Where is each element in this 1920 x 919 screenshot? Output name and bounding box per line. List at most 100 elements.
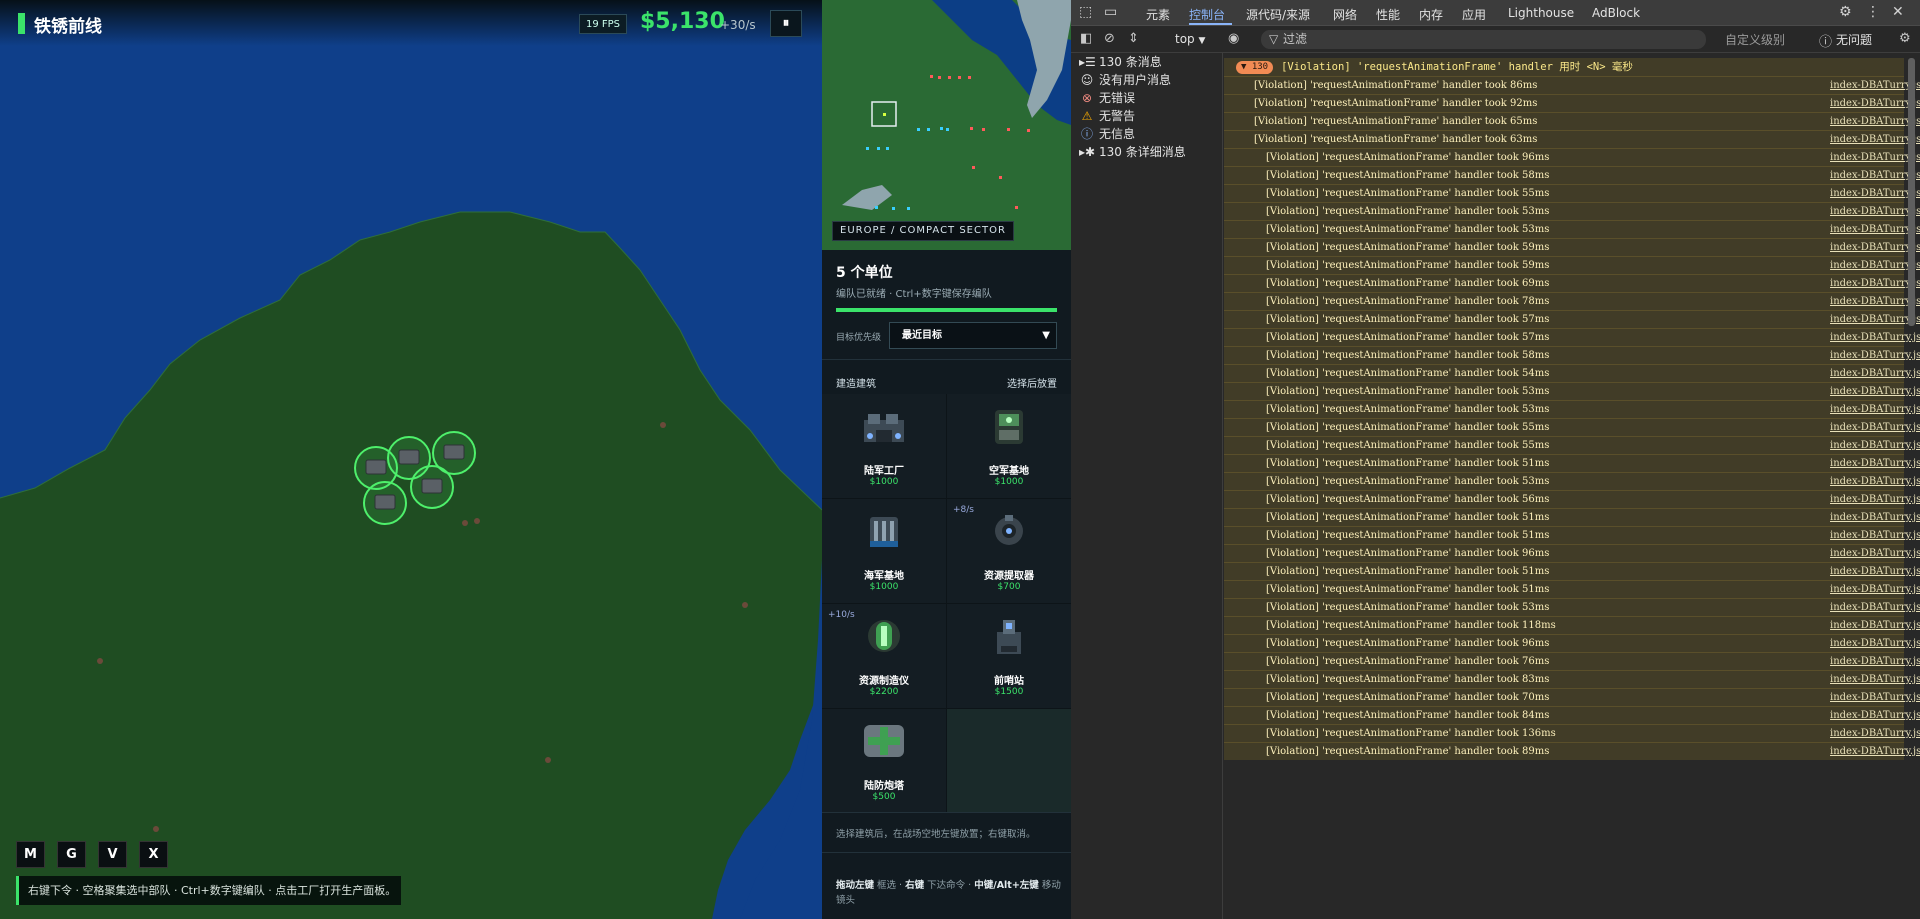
source-link[interactable]: index-DBATurry.js:5	[1830, 347, 1920, 364]
sidebar-item-verbose[interactable]: ▸✱ 130 条详细消息	[1079, 143, 1186, 160]
console-message-row[interactable]: [Violation] 'requestAnimationFrame' hand…	[1224, 490, 1920, 508]
source-link[interactable]: index-DBATurry.js:5	[1830, 527, 1920, 544]
source-link[interactable]: index-DBATurry.js:5	[1830, 149, 1920, 166]
console-message-row[interactable]: [Violation] 'requestAnimationFrame' hand…	[1224, 418, 1920, 436]
hotkey-x-button[interactable]: X	[139, 841, 168, 868]
sidebar-item-messages[interactable]: ▸☰ 130 条消息	[1079, 53, 1162, 70]
create-live-expression-icon[interactable]: ⇕	[1128, 31, 1139, 46]
selected-units[interactable]	[340, 425, 490, 535]
console-message-row[interactable]: [Violation] 'requestAnimationFrame' hand…	[1224, 436, 1920, 454]
source-link[interactable]: index-DBATurry.js:5	[1830, 365, 1920, 382]
console-message-row[interactable]: [Violation] 'requestAnimationFrame' hand…	[1224, 310, 1920, 328]
source-link[interactable]: index-DBATurry.js:5	[1830, 329, 1920, 346]
source-link[interactable]: index-DBATurry.js:5	[1830, 77, 1920, 94]
source-link[interactable]: index-DBATurry.js:5	[1830, 707, 1920, 724]
source-link[interactable]: index-DBATurry.js:5	[1830, 617, 1920, 634]
build-turret-button[interactable]: 陆防炮塔 $500	[822, 709, 946, 813]
console-message-row[interactable]: [Violation] 'requestAnimationFrame' hand…	[1224, 472, 1920, 490]
console-message-row[interactable]: [Violation] 'requestAnimationFrame' hand…	[1224, 148, 1920, 166]
source-link[interactable]: index-DBATurry.js:5	[1830, 275, 1920, 292]
source-link[interactable]: index-DBATurry.js:5	[1830, 491, 1920, 508]
console-message-row[interactable]: [Violation] 'requestAnimationFrame' hand…	[1224, 382, 1920, 400]
close-icon[interactable]: ✕	[1892, 4, 1904, 20]
build-land-factory-button[interactable]: 陆军工厂 $1000	[822, 394, 946, 498]
issues-counter[interactable]: 无问题	[1836, 31, 1872, 48]
minimap[interactable]: EUROPE / COMPACT SECTOR	[822, 0, 1071, 250]
source-link[interactable]: index-DBATurry.js:5	[1830, 257, 1920, 274]
hotkey-v-button[interactable]: V	[98, 841, 127, 868]
console-message-row[interactable]: [Violation] 'requestAnimationFrame' hand…	[1224, 292, 1920, 310]
source-link[interactable]: index-DBATurry.js:5	[1830, 581, 1920, 598]
console-message-row[interactable]: [Violation] 'requestAnimationFrame' hand…	[1224, 688, 1920, 706]
console-settings-icon[interactable]: ⚙	[1899, 31, 1911, 46]
inspect-element-icon[interactable]: ⬚	[1079, 4, 1092, 20]
settings-gear-icon[interactable]: ⚙	[1839, 4, 1852, 20]
console-message-row[interactable]: [Violation] 'requestAnimationFrame' hand…	[1224, 652, 1920, 670]
source-link[interactable]: index-DBATurry.js:5	[1830, 131, 1920, 148]
source-link[interactable]: index-DBATurry.js:5	[1830, 509, 1920, 526]
target-priority-select[interactable]: 最近目标 ▼	[889, 322, 1057, 349]
console-message-row[interactable]: [Violation] 'requestAnimationFrame' hand…	[1224, 616, 1920, 634]
source-link[interactable]: index-DBATurry.js:5	[1830, 293, 1920, 310]
console-message-row[interactable]: [Violation] 'requestAnimationFrame' hand…	[1224, 742, 1920, 760]
console-message-row[interactable]: [Violation] 'requestAnimationFrame' hand…	[1224, 346, 1920, 364]
log-levels-select[interactable]: 自定义级别	[1725, 31, 1785, 48]
console-message-row[interactable]: [Violation] 'requestAnimationFrame' hand…	[1224, 166, 1920, 184]
console-message-row[interactable]: [Violation] 'requestAnimationFrame' hand…	[1224, 634, 1920, 652]
build-outpost-button[interactable]: 前哨站 $1500	[947, 604, 1071, 708]
source-link[interactable]: index-DBATurry.js:5	[1830, 311, 1920, 328]
source-link[interactable]: index-DBATurry.js:5	[1830, 653, 1920, 670]
sidebar-toggle-icon[interactable]: ◧	[1080, 31, 1092, 46]
tab-application[interactable]: 应用	[1462, 6, 1486, 23]
source-link[interactable]: index-DBATurry.js:5	[1830, 689, 1920, 706]
source-link[interactable]: index-DBATurry.js:5	[1830, 203, 1920, 220]
filter-input[interactable]: ▽ 过滤	[1261, 30, 1706, 49]
console-message-row[interactable]: [Violation] 'requestAnimationFrame' hand…	[1224, 526, 1920, 544]
console-message-row[interactable]: [Violation] 'requestAnimationFrame' hand…	[1224, 544, 1920, 562]
source-link[interactable]: index-DBATurry.js:5	[1830, 239, 1920, 256]
source-link[interactable]: index-DBATurry.js:5	[1830, 473, 1920, 490]
source-link[interactable]: index-DBATurry.js:5	[1830, 419, 1920, 436]
source-link[interactable]: index-DBATurry.js:5	[1830, 167, 1920, 184]
console-message-row[interactable]: [Violation] 'requestAnimationFrame' hand…	[1224, 94, 1920, 112]
source-link[interactable]: index-DBATurry.js:5	[1830, 383, 1920, 400]
source-link[interactable]: index-DBATurry.js:5	[1830, 725, 1920, 742]
source-link[interactable]: index-DBATurry.js:5	[1830, 221, 1920, 238]
tab-memory[interactable]: 内存	[1419, 6, 1443, 23]
source-link[interactable]: index-DBATurry.js:5	[1830, 545, 1920, 562]
console-message-row[interactable]: [Violation] 'requestAnimationFrame' hand…	[1224, 400, 1920, 418]
eye-icon[interactable]: ◉	[1228, 31, 1239, 46]
source-link[interactable]: index-DBATurry.js:5	[1830, 455, 1920, 472]
hotkey-m-button[interactable]: M	[16, 841, 45, 868]
clear-console-icon[interactable]: ⊘	[1104, 31, 1115, 46]
source-link[interactable]: index-DBATurry.js:5	[1830, 599, 1920, 616]
source-link[interactable]: index-DBATurry.js:5	[1830, 437, 1920, 454]
console-message-row[interactable]: [Violation] 'requestAnimationFrame' hand…	[1224, 706, 1920, 724]
source-link[interactable]: index-DBATurry.js:5	[1830, 671, 1920, 688]
tab-adblock[interactable]: AdBlock	[1592, 6, 1640, 20]
console-scrollbar[interactable]	[1908, 58, 1915, 326]
console-message-row[interactable]: [Violation] 'requestAnimationFrame' hand…	[1224, 454, 1920, 472]
build-resource-extractor-button[interactable]: +8/s 资源提取器 $700	[947, 499, 1071, 603]
sidebar-item-user-messages[interactable]: ☺ 没有用户消息	[1079, 71, 1171, 88]
console-message-row[interactable]: [Violation] 'requestAnimationFrame' hand…	[1224, 598, 1920, 616]
source-link[interactable]: index-DBATurry.js:5	[1830, 95, 1920, 112]
console-message-row[interactable]: [Violation] 'requestAnimationFrame' hand…	[1224, 130, 1920, 148]
tab-lighthouse[interactable]: Lighthouse	[1508, 6, 1574, 20]
console-message-row[interactable]: [Violation] 'requestAnimationFrame' hand…	[1224, 112, 1920, 130]
device-toolbar-icon[interactable]: ▭	[1104, 4, 1117, 20]
pause-button[interactable]: ⏸	[770, 10, 802, 37]
console-message-row[interactable]: [Violation] 'requestAnimationFrame' hand…	[1224, 562, 1920, 580]
console-message-row[interactable]: [Violation] 'requestAnimationFrame' hand…	[1224, 202, 1920, 220]
console-message-row[interactable]: [Violation] 'requestAnimationFrame' hand…	[1224, 76, 1920, 94]
sidebar-item-errors[interactable]: ⊗ 无错误	[1079, 89, 1135, 106]
console-message-row[interactable]: [Violation] 'requestAnimationFrame' hand…	[1224, 256, 1920, 274]
source-link[interactable]: index-DBATurry.js:5	[1830, 563, 1920, 580]
source-link[interactable]: index-DBATurry.js:5	[1830, 635, 1920, 652]
console-message-row[interactable]: [Violation] 'requestAnimationFrame' hand…	[1224, 328, 1920, 346]
source-link[interactable]: index-DBATurry.js:5	[1830, 113, 1920, 130]
console-message-row[interactable]: [Violation] 'requestAnimationFrame' hand…	[1224, 364, 1920, 382]
build-resource-fabricator-button[interactable]: +10/s 资源制造仪 $2200	[822, 604, 946, 708]
console-message-row[interactable]: [Violation] 'requestAnimationFrame' hand…	[1224, 238, 1920, 256]
console-message-row[interactable]: [Violation] 'requestAnimationFrame' hand…	[1224, 274, 1920, 292]
